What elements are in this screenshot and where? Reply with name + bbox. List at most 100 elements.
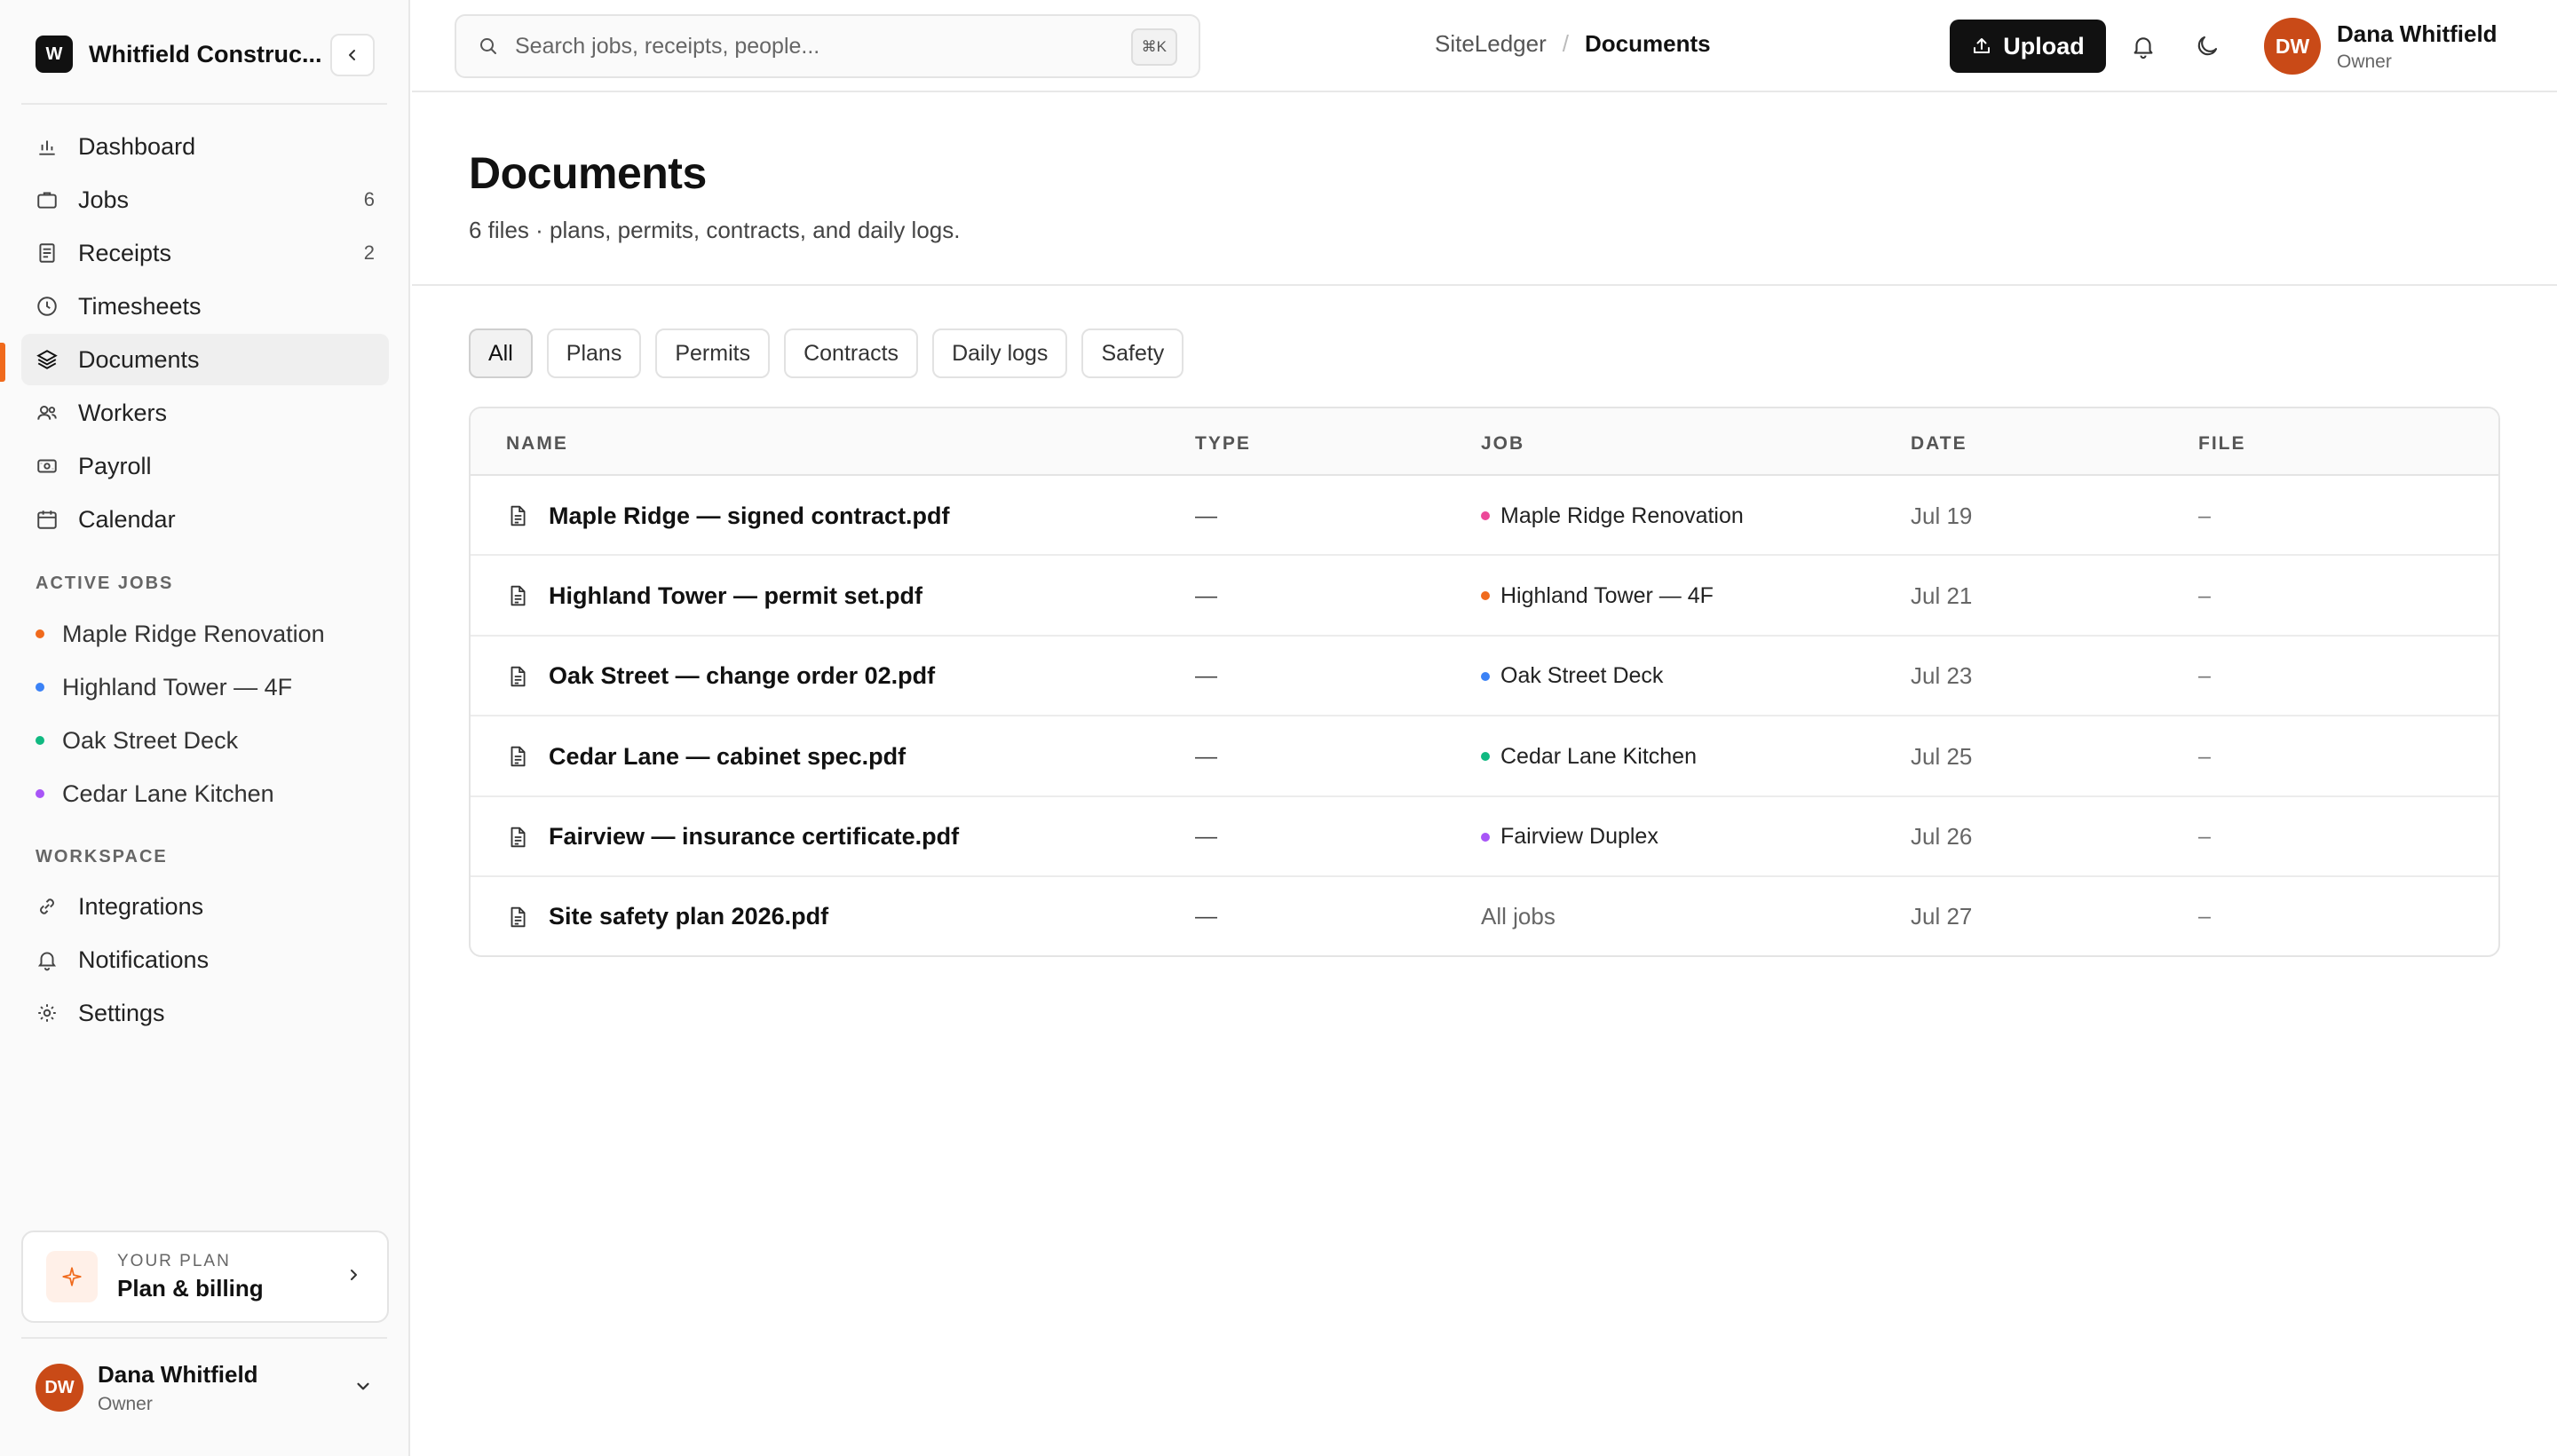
table-header: NAME TYPE JOB DATE FILE — [471, 408, 2498, 476]
document-type: — — [1195, 582, 1217, 608]
upload-label: Upload — [2003, 32, 2085, 59]
active-job-highland-tower[interactable]: Highland Tower — 4F — [21, 661, 389, 714]
receipt-icon — [39, 243, 55, 263]
filter-chips: All Plans Permits Contracts Daily logs S… — [469, 328, 1198, 378]
search-box[interactable]: ⌘K — [455, 14, 1200, 78]
document-job: Highland Tower — 4F — [1481, 556, 1714, 636]
active-jobs-list: Maple Ridge Renovation Highland Tower — … — [21, 607, 389, 820]
upload-button[interactable]: Upload — [1950, 20, 2106, 73]
divider — [21, 103, 387, 105]
job-label: Cedar Lane Kitchen — [62, 779, 274, 807]
chevron-down-icon — [357, 1382, 369, 1390]
document-job: All jobs — [1481, 903, 1556, 930]
nav-item-settings[interactable]: Settings — [21, 987, 389, 1039]
workspace-nav: Integrations Notifications Settings — [21, 881, 389, 1041]
page-subtitle: 6 files · plans, permits, contracts, and… — [469, 217, 961, 243]
page-title: Documents — [469, 148, 707, 198]
file-icon — [511, 586, 526, 606]
document-file: – — [2198, 502, 2211, 528]
upload-icon — [1974, 38, 1991, 53]
document-name[interactable]: Site safety plan 2026.pdf — [549, 903, 828, 930]
document-name[interactable]: Cedar Lane — cabinet spec.pdf — [549, 743, 906, 771]
active-job-cedar-lane[interactable]: Cedar Lane Kitchen — [21, 767, 389, 820]
job-label: Highland Tower — 4F — [62, 673, 293, 700]
divider — [412, 284, 2557, 286]
nav-item-integrations[interactable]: Integrations — [21, 881, 389, 932]
filter-permits[interactable]: Permits — [655, 328, 771, 378]
nav-item-documents[interactable]: Documents — [21, 334, 389, 385]
nav-label: Workers — [78, 399, 168, 426]
main-nav: Dashboard Jobs 6 Receipts 2 Timesheets D… — [21, 121, 389, 547]
search-input[interactable] — [515, 33, 1101, 59]
job-color-dot — [36, 789, 44, 798]
nav-item-jobs[interactable]: Jobs 6 — [21, 174, 389, 226]
nav-item-notifications[interactable]: Notifications — [21, 934, 389, 985]
job-color-dot — [36, 736, 44, 745]
column-header-type[interactable]: TYPE — [1195, 433, 1251, 455]
document-file: – — [2198, 824, 2211, 850]
nav-item-dashboard[interactable]: Dashboard — [21, 121, 389, 172]
nav-label: Receipts — [78, 239, 172, 266]
table-row[interactable]: Cedar Lane — cabinet spec.pdf — Cedar La… — [471, 716, 2498, 797]
file-icon — [511, 906, 526, 928]
filter-daily-logs[interactable]: Daily logs — [932, 328, 1068, 378]
file-icon — [511, 505, 526, 526]
table-row[interactable]: Oak Street — change order 02.pdf — Oak S… — [471, 637, 2498, 717]
top-bar: ⌘K SiteLedger / Documents Upload DW Dana… — [412, 0, 2557, 92]
column-header-name[interactable]: NAME — [506, 433, 568, 455]
nav-item-workers[interactable]: Workers — [21, 387, 389, 439]
plan-billing-card[interactable]: YOUR PLAN Plan & billing — [21, 1230, 389, 1323]
bell-icon — [37, 952, 57, 971]
job-color-dot — [36, 683, 44, 692]
notifications-button[interactable] — [2126, 28, 2161, 64]
nav-item-calendar[interactable]: Calendar — [21, 494, 389, 545]
nav-label: Notifications — [78, 946, 210, 973]
document-name[interactable]: Fairview — insurance certificate.pdf — [549, 823, 959, 851]
document-job: Fairview Duplex — [1481, 797, 1658, 877]
filter-safety[interactable]: Safety — [1081, 328, 1184, 378]
filter-plans[interactable]: Plans — [546, 328, 642, 378]
document-name[interactable]: Maple Ridge — signed contract.pdf — [549, 502, 950, 530]
table-row[interactable]: Highland Tower — permit set.pdf — Highla… — [471, 556, 2498, 637]
column-header-date[interactable]: DATE — [1911, 433, 1967, 455]
theme-toggle-button[interactable] — [2189, 28, 2225, 64]
filter-contracts[interactable]: Contracts — [784, 328, 919, 378]
document-date: Jul 21 — [1911, 582, 1973, 609]
header-user-menu[interactable]: DW Dana Whitfield Owner — [2264, 18, 2498, 75]
document-name[interactable]: Highland Tower — permit set.pdf — [549, 582, 922, 610]
nav-item-payroll[interactable]: Payroll — [21, 440, 389, 492]
table-row[interactable]: Site safety plan 2026.pdf — All jobs Jul… — [471, 877, 2498, 955]
nav-item-receipts[interactable]: Receipts 2 — [21, 227, 389, 279]
column-header-file[interactable]: FILE — [2198, 433, 2246, 455]
job-color-dot — [1481, 832, 1490, 842]
search-shortcut-hint: ⌘K — [1130, 28, 1177, 66]
user-name: Dana Whitfield — [98, 1360, 258, 1388]
table-row[interactable]: Maple Ridge — signed contract.pdf — Mapl… — [471, 476, 2498, 557]
avatar: DW — [2264, 18, 2321, 75]
breadcrumb-root[interactable]: SiteLedger — [1435, 30, 1547, 58]
nav-item-timesheets[interactable]: Timesheets — [21, 281, 389, 332]
document-type: — — [1195, 824, 1217, 850]
column-header-job[interactable]: JOB — [1481, 433, 1524, 455]
plan-title: Plan & billing — [117, 1274, 264, 1302]
document-name[interactable]: Oak Street — change order 02.pdf — [549, 662, 935, 690]
user-role: Owner — [2337, 51, 2392, 72]
table-row[interactable]: Fairview — insurance certificate.pdf — F… — [471, 797, 2498, 877]
plan-kicker: YOUR PLAN — [117, 1251, 231, 1270]
active-job-oak-street[interactable]: Oak Street Deck — [21, 714, 389, 767]
active-job-maple-ridge[interactable]: Maple Ridge Renovation — [21, 607, 389, 661]
sidebar-user-menu[interactable]: DW Dana Whitfield Owner — [36, 1357, 382, 1419]
workspace-heading: WORKSPACE — [36, 847, 168, 866]
document-type: — — [1195, 502, 1217, 528]
job-color-dot — [1481, 591, 1490, 601]
job-color-dot — [1481, 671, 1490, 681]
breadcrumb-separator: / — [1562, 30, 1569, 57]
job-color-dot — [1481, 752, 1490, 762]
document-date: Jul 27 — [1911, 903, 1973, 930]
collapse-sidebar-button[interactable] — [330, 34, 375, 76]
users-icon — [37, 405, 57, 420]
document-type: — — [1195, 743, 1217, 769]
workspace-switcher[interactable]: W Whitfield Construc... — [36, 34, 375, 76]
divider — [21, 1337, 387, 1339]
filter-all[interactable]: All — [469, 328, 533, 378]
